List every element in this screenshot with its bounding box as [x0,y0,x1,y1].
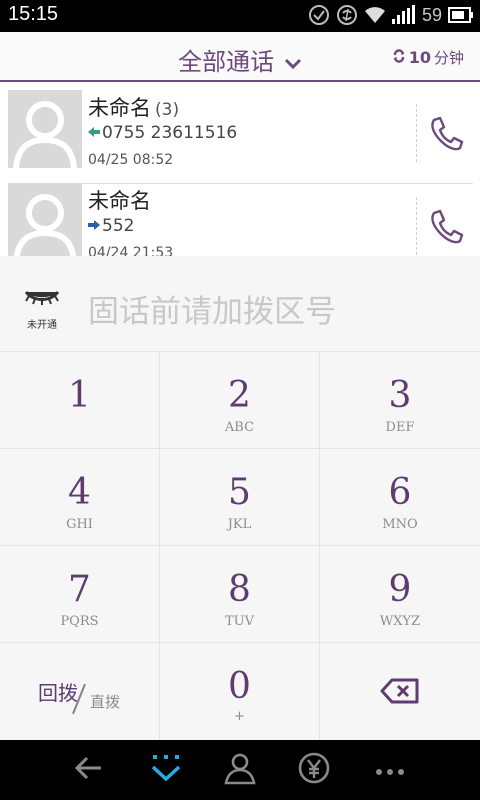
service-status[interactable]: 未开通 [20,286,64,331]
outgoing-arrow-icon [88,216,100,236]
closed-eye-icon [22,290,62,314]
key-digit: 7 [68,569,91,610]
dialpad-icon [149,753,183,787]
key-digit: 1 [68,375,91,416]
contacts-tab[interactable] [220,752,260,788]
key-letters: PQRS [60,614,99,629]
bottom-nav [0,740,480,800]
call-button[interactable] [426,207,466,247]
key-1[interactable]: 1 [0,352,160,449]
check-circle-icon [308,4,330,26]
phone-icon [426,209,466,251]
key-4[interactable]: 4 GHI [0,449,160,546]
minutes-balance[interactable]: 10 分钟 [392,47,464,68]
key-letters: DEF [385,420,415,435]
caller-number: 552 [102,216,135,236]
divider [416,104,417,162]
key-letters: GHI [66,517,93,532]
key-5[interactable]: 5 JKL [160,449,320,546]
refresh-icon [392,48,406,67]
call-button[interactable] [426,114,466,154]
header-title: 全部通话 [178,48,275,76]
key-digit: 6 [388,472,412,513]
key-letters: TUV [224,614,254,629]
key-digit: 8 [228,569,251,610]
backspace-icon [380,678,420,708]
key-9[interactable]: 9 WXYZ [320,546,480,643]
redial-label: 回拨 [38,681,78,705]
more-button[interactable] [370,752,410,788]
call-count: (3) [155,100,180,120]
key-3[interactable]: 3 DEF [320,352,480,449]
key-digit: 2 [228,375,251,416]
key-letters: JKL [227,517,252,532]
app-header: 全部通话 10 分钟 [0,32,480,82]
incoming-arrow-icon [88,123,100,143]
wifi-icon [364,5,386,25]
signal-icon [391,5,416,25]
status-bar: 15:15 59 [0,0,480,32]
battery-level: 59 [421,4,442,25]
key-0[interactable]: 0 + [160,643,320,740]
key-letters: MNO [382,517,418,532]
back-icon [74,756,105,784]
dialer-panel: 未开通 固话前请加拨区号 1 2 ABC 3 DEF 4 GHI 5 JKL 6… [0,256,480,740]
sync-icon [336,4,358,26]
caller-name: 未命名 [88,96,151,120]
key-letters: WXYZ [379,614,421,629]
key-7[interactable]: 7 PQRS [0,546,160,643]
redial-toggle-button[interactable]: 回拨 直拨 [0,643,160,740]
key-8[interactable]: 8 TUV [160,546,320,643]
minutes-unit: 分钟 [433,49,464,67]
service-status-label: 未开通 [27,320,57,331]
minutes-value: 10 [408,48,431,67]
key-letters: ABC [224,420,255,435]
call-timestamp: 04/24 21:53 [88,245,174,256]
chevron-down-icon [284,49,302,77]
phone-icon [426,116,466,158]
key-6[interactable]: 6 MNO [320,449,480,546]
caller-number: 0755 23611516 [102,123,238,143]
key-2[interactable]: 2 ABC [160,352,320,449]
more-icon [375,761,405,780]
direct-dial-label: 直拨 [90,693,121,711]
number-input-row[interactable]: 未开通 固话前请加拨区号 [0,256,480,352]
call-timestamp: 04/25 08:52 [88,152,174,168]
caller-name: 未命名 [88,189,151,213]
key-digit: 4 [68,472,91,513]
key-digit: 5 [228,472,251,513]
avatar [8,183,82,256]
recharge-tab[interactable] [294,752,334,788]
battery-icon [448,7,474,23]
status-time: 15:15 [8,3,59,25]
avatar [8,90,82,168]
key-digit: 3 [388,375,412,416]
back-button[interactable] [70,752,110,788]
contacts-icon [223,751,257,789]
yuan-icon [297,751,331,789]
key-digit: 9 [388,569,412,610]
key-letters: + [234,709,245,724]
divider [416,197,417,255]
call-log-list[interactable]: 未命名 (3) 0755 23611516 04/25 08:52 未命名 55… [0,84,480,256]
key-digit: 0 [228,666,251,707]
status-icons: 59 [308,4,474,26]
delete-button[interactable] [320,643,480,740]
keypad: 1 2 ABC 3 DEF 4 GHI 5 JKL 6 MNO 7 PQRS 8 [0,352,480,740]
dialpad-tab[interactable] [146,752,186,788]
number-input-placeholder[interactable]: 固话前请加拨区号 [88,286,336,331]
call-log-item[interactable]: 未命名 (3) 0755 23611516 04/25 08:52 [0,90,480,184]
call-log-item[interactable]: 未命名 552 04/24 21:53 [0,183,480,256]
